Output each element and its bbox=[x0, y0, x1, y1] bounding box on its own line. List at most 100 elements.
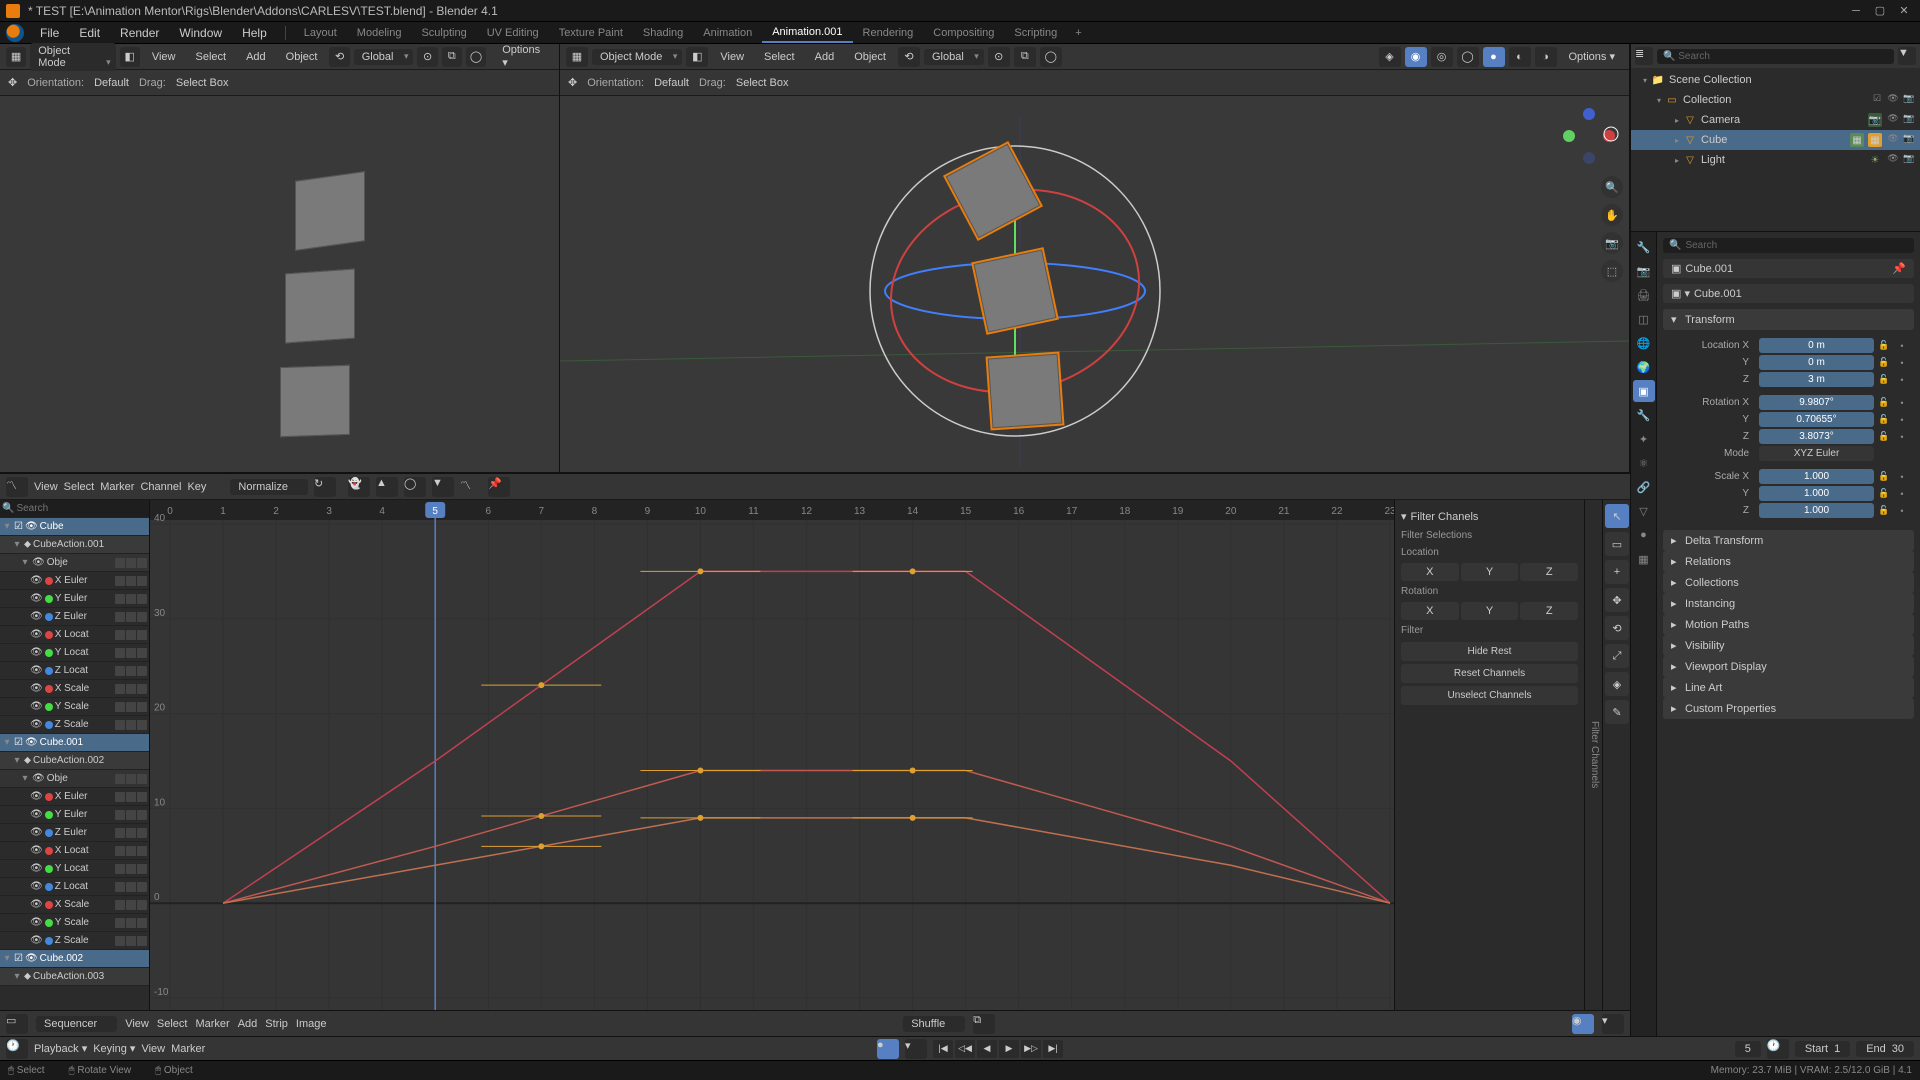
select-menu[interactable]: Select bbox=[188, 49, 235, 65]
prop-tab-object-icon[interactable]: ▣ bbox=[1633, 380, 1655, 402]
lock-icon[interactable]: 🔓 bbox=[1876, 397, 1892, 408]
rotation-y-field[interactable]: 0.70655° bbox=[1759, 412, 1874, 427]
channel-object-cube[interactable]: ▾☑👁Cube bbox=[0, 518, 149, 536]
orientation-icon[interactable]: ⟲ bbox=[898, 47, 920, 67]
tool-cursor-icon[interactable]: + bbox=[1605, 560, 1629, 584]
location-y-field[interactable]: 0 m bbox=[1759, 355, 1874, 370]
prop-tab-material-icon[interactable]: ● bbox=[1633, 524, 1655, 546]
options-menu-right[interactable]: Options ▾ bbox=[1561, 48, 1624, 65]
axis-gizmo[interactable] bbox=[1559, 106, 1619, 166]
line-art-header[interactable]: ▸Line Art bbox=[1663, 677, 1914, 698]
mode-icon[interactable]: ◧ bbox=[686, 47, 708, 67]
prop-tab-scene-icon[interactable]: 🌐 bbox=[1633, 332, 1655, 354]
rotation-x-field[interactable]: 9.9807° bbox=[1759, 395, 1874, 410]
auto-key-mode-icon[interactable]: ▾ bbox=[905, 1039, 927, 1059]
channel-fcurve[interactable]: 👁Z Locat bbox=[0, 878, 149, 896]
channel-fcurve[interactable]: 👁X Locat bbox=[0, 626, 149, 644]
end-frame-field[interactable]: End 30 bbox=[1856, 1041, 1914, 1057]
prop-tab-render-icon[interactable]: 📷 bbox=[1633, 260, 1655, 282]
normalize-toggle[interactable]: Normalize bbox=[230, 479, 308, 495]
property-object-name[interactable]: ▣ ▾Cube.001 bbox=[1663, 284, 1914, 303]
add-workspace-button[interactable]: + bbox=[1067, 24, 1089, 42]
outliner-cube[interactable]: ▸ ▽ Cube ▦ ▦ 👁📷 bbox=[1631, 130, 1920, 150]
tool-select-box-icon[interactable]: ▭ bbox=[1605, 532, 1629, 556]
mode-dropdown[interactable]: Object Mode bbox=[30, 43, 115, 71]
lock-icon[interactable]: 🔓 bbox=[1876, 488, 1892, 499]
editor-type-icon[interactable]: ▦ bbox=[566, 47, 588, 67]
transform-tool-icon[interactable]: ✥ bbox=[8, 76, 17, 89]
minimize-button[interactable]: ─ bbox=[1846, 3, 1866, 19]
channel-fcurve[interactable]: 👁Y Scale bbox=[0, 914, 149, 932]
xray-icon[interactable]: ◎ bbox=[1431, 47, 1453, 67]
seq-strip-menu[interactable]: Strip bbox=[265, 1018, 288, 1030]
unselect-channels-button[interactable]: Unselect Channels bbox=[1401, 686, 1578, 705]
prop-tab-tool-icon[interactable]: 🔧 bbox=[1633, 236, 1655, 258]
workspace-rendering[interactable]: Rendering bbox=[853, 24, 924, 42]
prop-tab-texture-icon[interactable]: ▦ bbox=[1633, 548, 1655, 570]
object-menu[interactable]: Object bbox=[846, 49, 894, 65]
channel-fcurve[interactable]: 👁X Locat bbox=[0, 842, 149, 860]
channel-action[interactable]: ▾⬥CubeAction.001 bbox=[0, 536, 149, 554]
show-sliders-icon[interactable]: 〽 bbox=[460, 477, 482, 497]
perspective-icon[interactable]: ⬚ bbox=[1601, 260, 1623, 282]
menu-render[interactable]: Render bbox=[110, 23, 169, 43]
lock-icon[interactable]: 🔓 bbox=[1876, 431, 1892, 442]
prop-tab-constraints-icon[interactable]: 🔗 bbox=[1633, 476, 1655, 498]
custom-properties-header[interactable]: ▸Custom Properties bbox=[1663, 698, 1914, 719]
pan-icon[interactable]: ✋ bbox=[1601, 204, 1623, 226]
outliner-light[interactable]: ▸ ▽ Light ☀ 👁📷 bbox=[1631, 150, 1920, 170]
add-menu[interactable]: Add bbox=[807, 49, 843, 65]
menu-help[interactable]: Help bbox=[232, 23, 277, 43]
tool-annotate-icon[interactable]: ✎ bbox=[1605, 700, 1629, 724]
graph-view-menu[interactable]: View bbox=[34, 481, 58, 493]
editor-type-icon[interactable]: ▦ bbox=[6, 47, 26, 67]
lock-icon[interactable]: 🔓 bbox=[1876, 357, 1892, 368]
properties-search[interactable]: 🔍 Search bbox=[1663, 238, 1914, 253]
prop-tab-viewlayer-icon[interactable]: ◫ bbox=[1633, 308, 1655, 330]
hide-rest-button[interactable]: Hide Rest bbox=[1401, 642, 1578, 661]
overlay-toggle-icon[interactable]: ◉ bbox=[1405, 47, 1427, 67]
scale-z-field[interactable]: 1.000 bbox=[1759, 503, 1874, 518]
motion-paths-header[interactable]: ▸Motion Paths bbox=[1663, 614, 1914, 635]
channel-fcurve[interactable]: 👁Z Euler bbox=[0, 824, 149, 842]
channel-fcurve[interactable]: 👁Y Euler bbox=[0, 806, 149, 824]
filter-channels-header[interactable]: ▾Filter Chanels bbox=[1401, 506, 1578, 527]
seq-image-menu[interactable]: Image bbox=[296, 1018, 327, 1030]
maximize-button[interactable]: ▢ bbox=[1870, 3, 1890, 19]
prop-tab-physics-icon[interactable]: ⚛ bbox=[1633, 452, 1655, 474]
instancing-header[interactable]: ▸Instancing bbox=[1663, 593, 1914, 614]
channel-search[interactable] bbox=[16, 503, 148, 514]
pivot-icon[interactable]: ⊙ bbox=[988, 47, 1010, 67]
orientation-field[interactable]: Default bbox=[94, 77, 129, 89]
prop-tab-output-icon[interactable]: 🖨 bbox=[1633, 284, 1655, 306]
workspace-layout[interactable]: Layout bbox=[294, 24, 347, 42]
lock-icon[interactable]: 🔓 bbox=[1876, 374, 1892, 385]
play-reverse-icon[interactable]: ◀ bbox=[977, 1040, 997, 1058]
channel-fcurve[interactable]: 👁X Euler bbox=[0, 572, 149, 590]
workspace-shading[interactable]: Shading bbox=[633, 24, 693, 42]
lock-icon[interactable]: 🔓 bbox=[1876, 505, 1892, 516]
outliner-camera[interactable]: ▸ ▽ Camera 📷 👁📷 bbox=[1631, 110, 1920, 130]
jump-end-icon[interactable]: ▶| bbox=[1043, 1040, 1063, 1058]
play-icon[interactable]: ▶ bbox=[999, 1040, 1019, 1058]
tool-move-icon[interactable]: ✥ bbox=[1605, 588, 1629, 612]
keyframe-prev-icon[interactable]: ◁◀ bbox=[955, 1040, 975, 1058]
ghost-icon[interactable]: 👻 bbox=[348, 477, 370, 497]
shading-solid-icon[interactable]: ● bbox=[1483, 47, 1505, 67]
channel-action[interactable]: ▾⬥CubeAction.002 bbox=[0, 752, 149, 770]
proportional-icon[interactable]: ◯ bbox=[1040, 47, 1062, 67]
drag-field[interactable]: Select Box bbox=[736, 77, 789, 89]
snap-icon[interactable]: ⧉ bbox=[973, 1014, 995, 1034]
filter-icon[interactable]: ▼ bbox=[432, 477, 454, 497]
channel-fcurve[interactable]: 👁Y Euler bbox=[0, 590, 149, 608]
rotation-mode-field[interactable]: XYZ Euler bbox=[1759, 446, 1874, 461]
relations-header[interactable]: ▸Relations bbox=[1663, 551, 1914, 572]
workspace-modeling[interactable]: Modeling bbox=[347, 24, 412, 42]
cube-object-selected[interactable] bbox=[988, 354, 1063, 429]
outliner-type-icon[interactable]: ≣ bbox=[1635, 47, 1653, 65]
graph-channel-menu[interactable]: Channel bbox=[140, 481, 181, 493]
channel-fcurve[interactable]: 👁Y Locat bbox=[0, 644, 149, 662]
channel-fcurve[interactable]: 👁Y Locat bbox=[0, 860, 149, 878]
keyframe-next-icon[interactable]: ▶▷ bbox=[1021, 1040, 1041, 1058]
outliner-collection[interactable]: ▾ ▭ Collection ☑👁📷 bbox=[1631, 90, 1920, 110]
